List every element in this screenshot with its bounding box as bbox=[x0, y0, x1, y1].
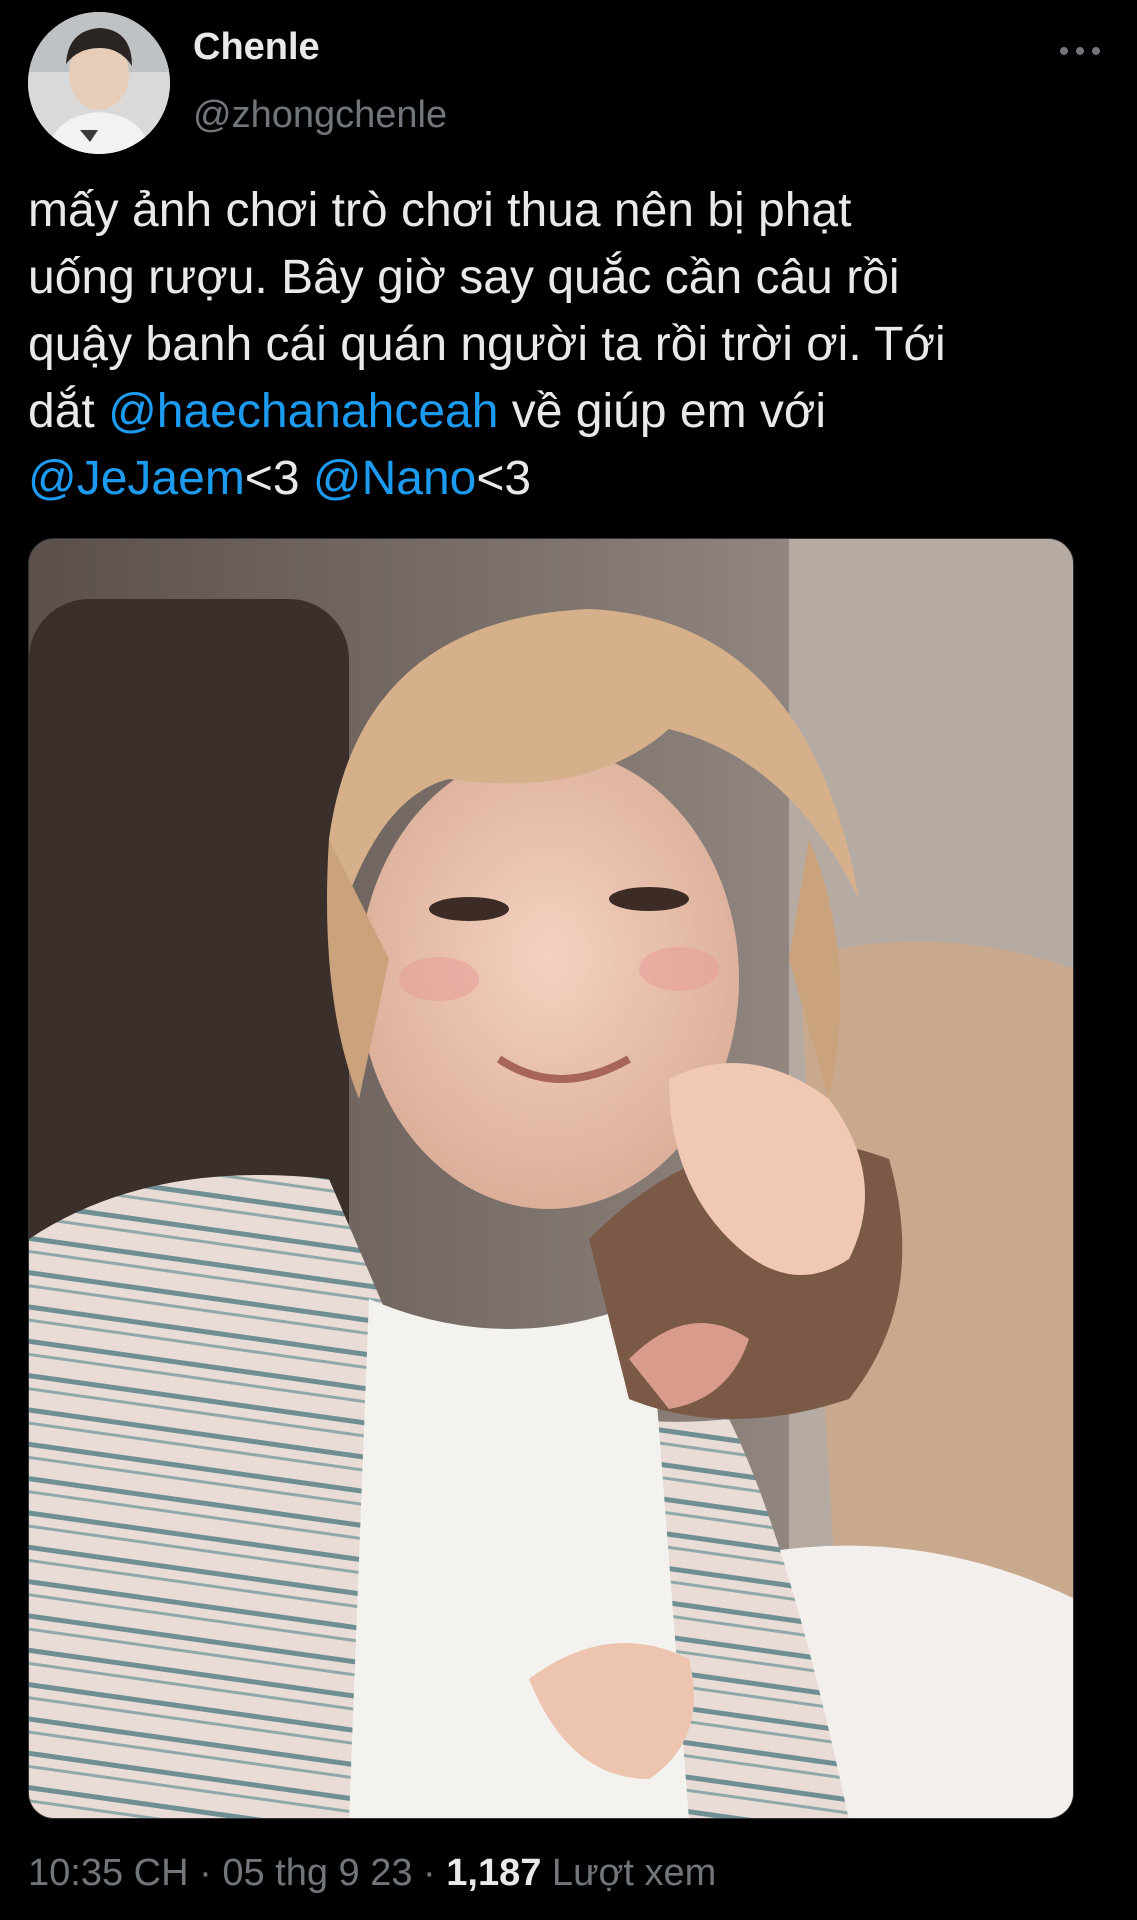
tweet-text: mấy ảnh chơi trò chơi thua nên bị phạt u… bbox=[28, 177, 1118, 512]
author-display-name[interactable]: Chenle bbox=[193, 22, 320, 72]
view-count[interactable]: 1,187 bbox=[446, 1852, 541, 1894]
tweet-date[interactable]: 05 thg 9 23 bbox=[222, 1852, 412, 1894]
tweet-text-segment bbox=[300, 452, 313, 505]
tweet-time[interactable]: 10:35 CH bbox=[28, 1852, 189, 1894]
view-label: Lượt xem bbox=[541, 1852, 717, 1894]
tweet-text-segment: <3 bbox=[476, 452, 532, 505]
mention-link[interactable]: @JeJaem bbox=[28, 452, 245, 505]
tweet-meta: 10:35 CH · 05 thg 9 23 · 1,187 Lượt xem bbox=[28, 1848, 716, 1898]
mention-link[interactable]: @Nano bbox=[313, 452, 476, 505]
more-dot bbox=[1060, 47, 1068, 55]
more-horizontal-icon[interactable] bbox=[1060, 44, 1100, 58]
meta-separator: · bbox=[188, 1852, 223, 1894]
tweet-text-line: quậy banh cái quán người ta rồi trời ơi.… bbox=[28, 318, 946, 371]
tweet-text-line: uống rượu. Bây giờ say quắc cần câu rồi bbox=[28, 251, 900, 304]
tweet-text-segment: dắt bbox=[28, 385, 109, 438]
tweet-text-line: mấy ảnh chơi trò chơi thua nên bị phạt bbox=[28, 184, 852, 237]
tweet-text-segment: về giúp em với bbox=[498, 385, 827, 438]
more-dot bbox=[1092, 47, 1100, 55]
more-dot bbox=[1076, 47, 1084, 55]
mention-link[interactable]: @haechanahceah bbox=[108, 385, 498, 438]
tweet-text-segment: <3 bbox=[244, 452, 300, 505]
tweet-photo[interactable] bbox=[28, 538, 1074, 1819]
meta-separator: · bbox=[412, 1852, 447, 1894]
tweet: Chenle @zhongchenle mấy ảnh chơi trò chơ… bbox=[0, 0, 1137, 1920]
author-handle[interactable]: @zhongchenle bbox=[193, 90, 447, 140]
avatar[interactable] bbox=[28, 12, 170, 154]
